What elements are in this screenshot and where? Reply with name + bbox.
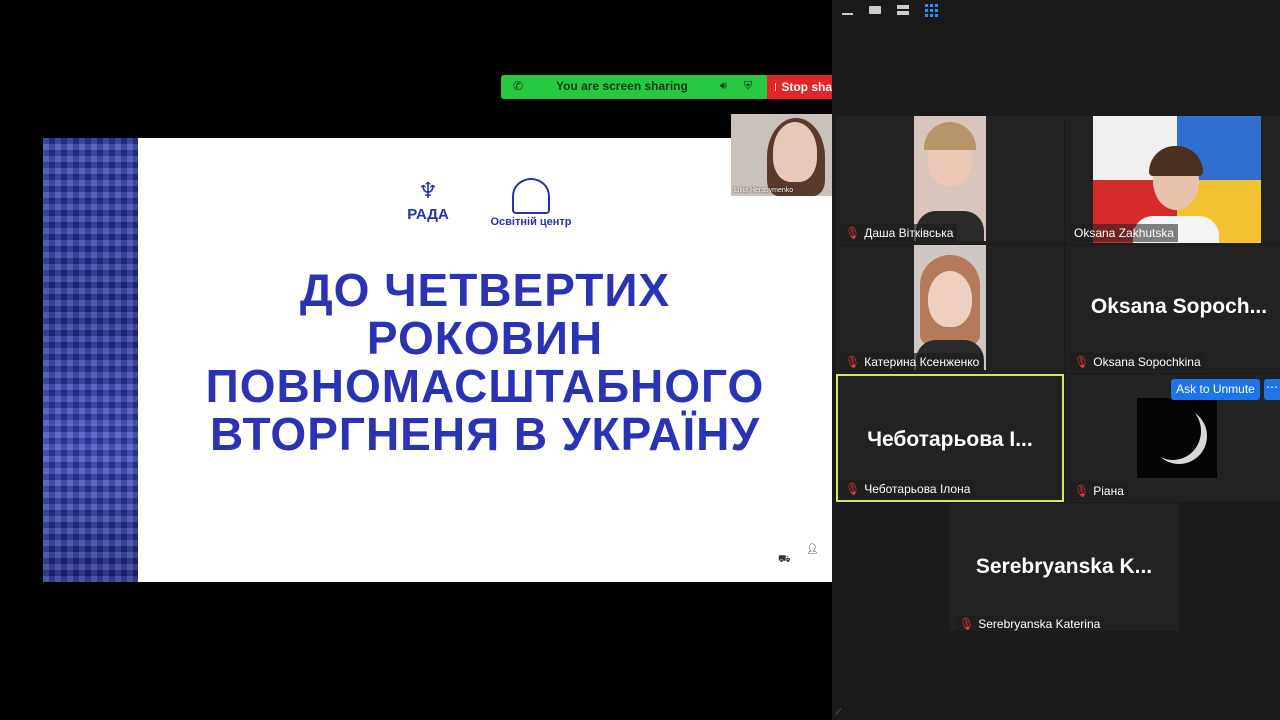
stop-share-button[interactable]: Stop sha [767, 75, 832, 99]
audio-icon[interactable]: 🔊︎ [720, 79, 727, 93]
education-center-text: Освітній центр [490, 216, 572, 228]
slide-headline: ДО ЧЕТВЕРТИХ РОКОВИН ПОВНОМАСШТАБНОГО ВТ… [138, 266, 832, 458]
participant-label: 🎙︎ Катерина Ксенженко [841, 353, 984, 371]
participant-tile[interactable]: 🎙︎ Даша Вітківська [836, 116, 1064, 244]
participant-tile[interactable]: Oksana Sopoch... 🎙︎ Oksana Sopochkina [1065, 245, 1280, 373]
phone-icon[interactable]: ✆ [513, 79, 523, 93]
participant-label: 🎙︎ Serebryanska Katerina [955, 615, 1105, 631]
view-toolbar [840, 3, 938, 18]
strip-view-icon[interactable] [896, 4, 910, 16]
trident-icon: ♆ [418, 179, 438, 204]
participant-name: Катерина Ксенженко [864, 355, 980, 369]
shared-screen-area: ✆ You are screen sharing 🔊︎ ⛨ Stop sha ♆… [0, 0, 832, 720]
participant-name: Даша Вітківська [864, 226, 954, 240]
participant-name: Serebryanska Katerina [978, 617, 1101, 631]
gallery-view-icon[interactable] [924, 3, 938, 17]
headline-line: РОКОВИН [366, 312, 604, 364]
participant-name: Чеботарьова Ілона [864, 482, 971, 496]
participant-label: 🎙︎ Oksana Sopochkina [1070, 353, 1205, 371]
headline-line: ВТОРГНЕНЯ В УКРАЇНУ [210, 408, 760, 460]
participant-face [928, 271, 972, 327]
participant-name: Oksana Zakhutska [1074, 226, 1175, 240]
participant-name: Oksana Sopochkina [1093, 355, 1201, 369]
screen-sharing-bar: ✆ You are screen sharing 🔊︎ ⛨ Stop sha [501, 75, 832, 99]
ask-to-unmute-button[interactable]: Ask to Unmute [1171, 379, 1260, 400]
participant-display-name: Чеботарьова І... [867, 428, 1033, 451]
participant-tile[interactable]: Oksana Zakhutska [1065, 116, 1280, 244]
participant-label: 🎙︎ Чеботарьова Ілона [841, 480, 975, 498]
participant-hair [924, 122, 976, 150]
rada-logo-text: РАДА [407, 206, 449, 223]
presentation-slide: ♆ РАДА Освітній центр ДО ЧЕТВЕРТИХ РОКОВ… [43, 138, 832, 582]
headline-line: ДО ЧЕТВЕРТИХ [299, 264, 671, 316]
participant-label: 🎙︎ Даша Вітківська [841, 224, 958, 242]
more-options-button[interactable]: ⋯ [1264, 379, 1280, 400]
shield-icon[interactable]: ⛨ [744, 79, 752, 93]
speaker-view-icon[interactable] [868, 4, 882, 16]
participant-tile[interactable]: 🎙︎ Катерина Ксенженко [836, 245, 1064, 373]
participant-avatar [1137, 398, 1217, 478]
sharing-status-pill: ✆ You are screen sharing 🔊︎ ⛨ [501, 75, 767, 99]
person-icon[interactable]: 👤︎ [806, 544, 819, 555]
parliament-dome-icon [512, 178, 550, 214]
resize-grip-icon[interactable]: ⟋ [835, 708, 845, 718]
participant-label: Oksana Zakhutska [1070, 224, 1179, 242]
muted-mic-icon: 🎙︎ [1074, 355, 1090, 369]
participant-display-name: Serebryanska K... [975, 555, 1153, 578]
stop-share-label: Stop sha [781, 80, 832, 94]
participant-video [914, 245, 986, 370]
participant-name: Ріана [1093, 484, 1124, 498]
muted-mic-icon: 🎙︎ [845, 355, 861, 369]
stop-icon [775, 83, 777, 91]
participant-display-name: Oksana Sopoch... [1090, 295, 1268, 318]
slide-logos: ♆ РАДА Освітній центр [398, 178, 598, 248]
moon-shadow [1145, 402, 1201, 460]
participant-tile[interactable]: Serebryanska K... 🎙︎ Serebryanska Kateri… [950, 503, 1178, 631]
rada-logo: ♆ РАДА [398, 178, 458, 248]
presenter-face [773, 122, 817, 182]
muted-mic-icon: 🎙︎ [845, 226, 861, 240]
muted-mic-icon: 🎙︎ [1074, 484, 1090, 498]
education-center-logo: Освітній центр [476, 178, 586, 248]
pixel-pattern-band [43, 138, 138, 582]
muted-mic-icon: 🎙︎ [845, 482, 861, 496]
slide-control-icon[interactable]: ⛟ [778, 554, 791, 567]
minimize-view-icon[interactable] [840, 4, 854, 16]
muted-mic-icon: 🎙︎ [959, 617, 975, 631]
sharing-status-text: You are screen sharing [556, 79, 688, 93]
headline-line: ПОВНОМАСШТАБНОГО [205, 360, 765, 412]
presenter-thumbnail[interactable]: Liliia Herasymenko [731, 114, 832, 196]
participant-video [914, 116, 986, 241]
presenter-name: Liliia Herasymenko [734, 187, 794, 194]
participant-tile-active[interactable]: Чеботарьова І... 🎙︎ Чеботарьова Ілона [836, 374, 1064, 502]
participant-label: 🎙︎ Ріана [1070, 482, 1128, 500]
